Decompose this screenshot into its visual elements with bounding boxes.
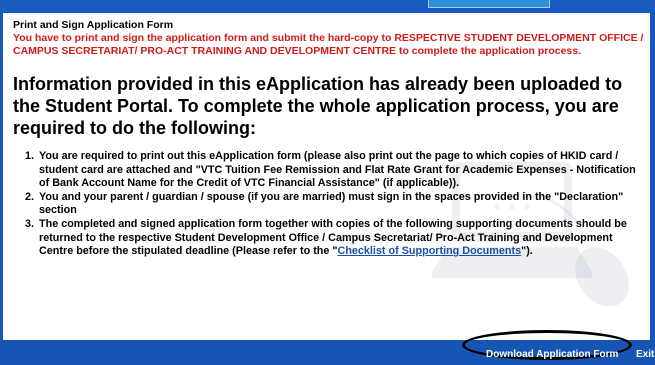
submission-notice: You have to print and sign the applicati… [13,32,644,57]
download-form-label[interactable]: Download Application Form [486,349,618,360]
content-panel: Print and Sign Application Form You have… [3,13,650,340]
step-text: The completed and signed application for… [39,217,627,258]
step-item: You are required to print out this eAppl… [37,150,644,191]
step-item: You and your parent / guardian / spouse … [37,191,644,218]
checklist-link[interactable]: Checklist of Supporting Documents [338,245,522,257]
info-headline: Information provided in this eApplicatio… [13,74,623,138]
top-tab[interactable] [428,0,550,8]
exit-button[interactable]: Exit [636,349,654,360]
step-item: The completed and signed application for… [37,218,644,259]
steps-list: You are required to print out this eAppl… [13,150,644,259]
step-text-suffix: "). [521,245,533,258]
content-area: Print and Sign Application Form You have… [3,13,650,259]
top-strip [0,0,655,12]
form-title: Print and Sign Application Form [13,19,174,31]
